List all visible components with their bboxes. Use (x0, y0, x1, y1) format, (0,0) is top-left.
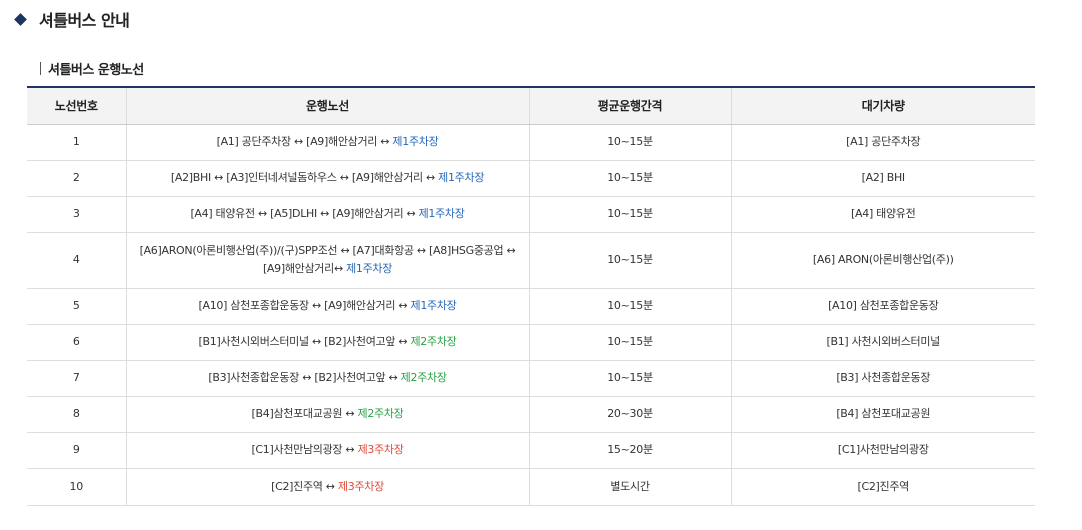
table-row: 3 [A4] 태양유전 ↔ [A5]DLHI ↔ [A9]해안삼거리 ↔ 제1주… (27, 196, 1035, 233)
route-stops: [A10] 삼천포종합운동장 ↔ [A9]해안삼거리 ↔ (198, 299, 411, 312)
cell-route: [A6]ARON(아론비행산업(주))/(구)SPP조선 ↔ [A7]대화항공 … (125, 232, 529, 289)
diamond-bullet-icon (14, 12, 27, 26)
cell-standby-vehicle: [A10] 삼천포종합운동장 (730, 288, 1035, 325)
cell-standby-vehicle: [C1]사천만남의광장 (730, 432, 1035, 469)
cell-route-number: 2 (27, 160, 126, 197)
parking-lot-label: 제3주차장 (357, 443, 404, 456)
route-stops: [A2]BHI ↔ [A3]인터네셔널돔하우스 ↔ [A9]해안삼거리 ↔ (170, 171, 439, 184)
cell-route: [A2]BHI ↔ [A3]인터네셔널돔하우스 ↔ [A9]해안삼거리 ↔ 제1… (125, 160, 529, 197)
cell-standby-vehicle: [B4] 삼천포대교공원 (730, 396, 1035, 433)
cell-standby-vehicle: [C2]진주역 (730, 468, 1035, 506)
cell-route: [B1]사천시외버스터미널 ↔ [B2]사천여고앞 ↔ 제2주차장 (125, 324, 529, 361)
table-row: 8 [B4]삼천포대교공원 ↔ 제2주차장 20~30분 [B4] 삼천포대교공… (27, 396, 1035, 433)
cell-standby-vehicle: [A2] BHI (730, 160, 1035, 197)
cell-interval: 10~15분 (528, 360, 731, 397)
route-stops: [A1] 공단주차장 ↔ [A9]해안삼거리 ↔ (216, 135, 393, 148)
table-header-row: 노선번호 운행노선 평균운행간격 대기차량 (27, 86, 1035, 125)
table-row: 10 [C2]진주역 ↔ 제3주차장 별도시간 [C2]진주역 (27, 468, 1035, 506)
header-route: 운행노선 (125, 86, 529, 125)
cell-standby-vehicle: [A6] ARON(아론비행산업(주)) (730, 232, 1035, 289)
parking-lot-label: 제1주차장 (346, 262, 393, 275)
cell-interval: 15~20분 (528, 432, 731, 469)
cell-interval: 10~15분 (528, 124, 731, 161)
route-stops: [B4]삼천포대교공원 ↔ (251, 407, 358, 420)
cell-route-number: 1 (27, 124, 126, 161)
header-standby-vehicle: 대기차량 (730, 86, 1035, 125)
parking-lot-label: 제1주차장 (418, 207, 465, 220)
header-interval: 평균운행간격 (528, 86, 731, 125)
parking-lot-label: 제3주차장 (337, 479, 384, 493)
cell-route-number: 4 (27, 232, 126, 289)
cell-interval: 10~15분 (528, 324, 731, 361)
page-title: 셔틀버스 안내 (39, 11, 130, 30)
cell-route-number: 9 (27, 432, 126, 469)
route-stops: [B1]사천시외버스터미널 ↔ [B2]사천여고앞 ↔ (198, 335, 411, 348)
cell-interval: 별도시간 (528, 468, 731, 506)
cell-route-number: 5 (27, 288, 126, 325)
parking-lot-label: 제2주차장 (357, 407, 404, 420)
cell-standby-vehicle: [A4] 태양유전 (730, 196, 1035, 233)
route-stops: [B3]사천종합운동장 ↔ [B2]사천여고앞 ↔ (208, 371, 401, 384)
parking-lot-label: 제1주차장 (410, 299, 457, 312)
cell-route: [B3]사천종합운동장 ↔ [B2]사천여고앞 ↔ 제2주차장 (125, 360, 529, 397)
cell-route: [A10] 삼천포종합운동장 ↔ [A9]해안삼거리 ↔ 제1주차장 (125, 288, 529, 325)
table-row: 4 [A6]ARON(아론비행산업(주))/(구)SPP조선 ↔ [A7]대화항… (27, 232, 1035, 289)
table-body: 1 [A1] 공단주차장 ↔ [A9]해안삼거리 ↔ 제1주차장 10~15분 … (27, 124, 1035, 506)
route-stops: [A6]ARON(아론비행산업(주))/(구)SPP조선 ↔ [A7]대화항공 … (139, 244, 516, 275)
cell-route-number: 6 (27, 324, 126, 361)
cell-route-number: 3 (27, 196, 126, 233)
table-row: 2 [A2]BHI ↔ [A3]인터네셔널돔하우스 ↔ [A9]해안삼거리 ↔ … (27, 160, 1035, 197)
table-row: 6 [B1]사천시외버스터미널 ↔ [B2]사천여고앞 ↔ 제2주차장 10~1… (27, 324, 1035, 361)
cell-route-number: 8 (27, 396, 126, 433)
table-row: 5 [A10] 삼천포종합운동장 ↔ [A9]해안삼거리 ↔ 제1주차장 10~… (27, 288, 1035, 325)
cell-route: [B4]삼천포대교공원 ↔ 제2주차장 (125, 396, 529, 433)
cell-route-number: 7 (27, 360, 126, 397)
table-row: 7 [B3]사천종합운동장 ↔ [B2]사천여고앞 ↔ 제2주차장 10~15분… (27, 360, 1035, 397)
route-stops: [C2]진주역 ↔ (271, 479, 338, 493)
route-stops: [C1]사천만남의광장 ↔ (251, 443, 358, 456)
cell-interval: 10~15분 (528, 196, 731, 233)
cell-route: [C1]사천만남의광장 ↔ 제3주차장 (125, 432, 529, 469)
cell-standby-vehicle: [A1] 공단주차장 (730, 124, 1035, 161)
cell-route-number: 10 (27, 468, 126, 506)
table-row: 1 [A1] 공단주차장 ↔ [A9]해안삼거리 ↔ 제1주차장 10~15분 … (27, 124, 1035, 161)
route-stops: [A4] 태양유전 ↔ [A5]DLHI ↔ [A9]해안삼거리 ↔ (190, 207, 419, 220)
cell-interval: 10~15분 (528, 288, 731, 325)
parking-lot-label: 제1주차장 (438, 171, 485, 184)
shuttle-route-table: 노선번호 운행노선 평균운행간격 대기차량 1 [A1] 공단주차장 ↔ [A9… (27, 86, 1035, 506)
cell-standby-vehicle: [B3] 사천종합운동장 (730, 360, 1035, 397)
section-header: 셔틀버스 운행노선 (40, 60, 144, 78)
cell-route: [A4] 태양유전 ↔ [A5]DLHI ↔ [A9]해안삼거리 ↔ 제1주차장 (125, 196, 529, 233)
page-header: 셔틀버스 안내 (14, 8, 130, 30)
header-route-number: 노선번호 (27, 86, 126, 125)
cell-standby-vehicle: [B1] 사천시외버스터미널 (730, 324, 1035, 361)
cell-interval: 10~15분 (528, 232, 731, 289)
table-header: 노선번호 운행노선 평균운행간격 대기차량 (27, 86, 1035, 125)
parking-lot-label: 제2주차장 (400, 371, 447, 384)
section-title: 셔틀버스 운행노선 (48, 62, 144, 78)
parking-lot-label: 제2주차장 (410, 335, 457, 348)
cell-interval: 20~30분 (528, 396, 731, 433)
section-bar-icon (40, 61, 41, 75)
table-row: 9 [C1]사천만남의광장 ↔ 제3주차장 15~20분 [C1]사천만남의광장 (27, 432, 1035, 469)
parking-lot-label: 제1주차장 (392, 135, 439, 148)
cell-route: [C2]진주역 ↔ 제3주차장 (125, 468, 529, 506)
cell-route: [A1] 공단주차장 ↔ [A9]해안삼거리 ↔ 제1주차장 (125, 124, 529, 161)
cell-interval: 10~15분 (528, 160, 731, 197)
